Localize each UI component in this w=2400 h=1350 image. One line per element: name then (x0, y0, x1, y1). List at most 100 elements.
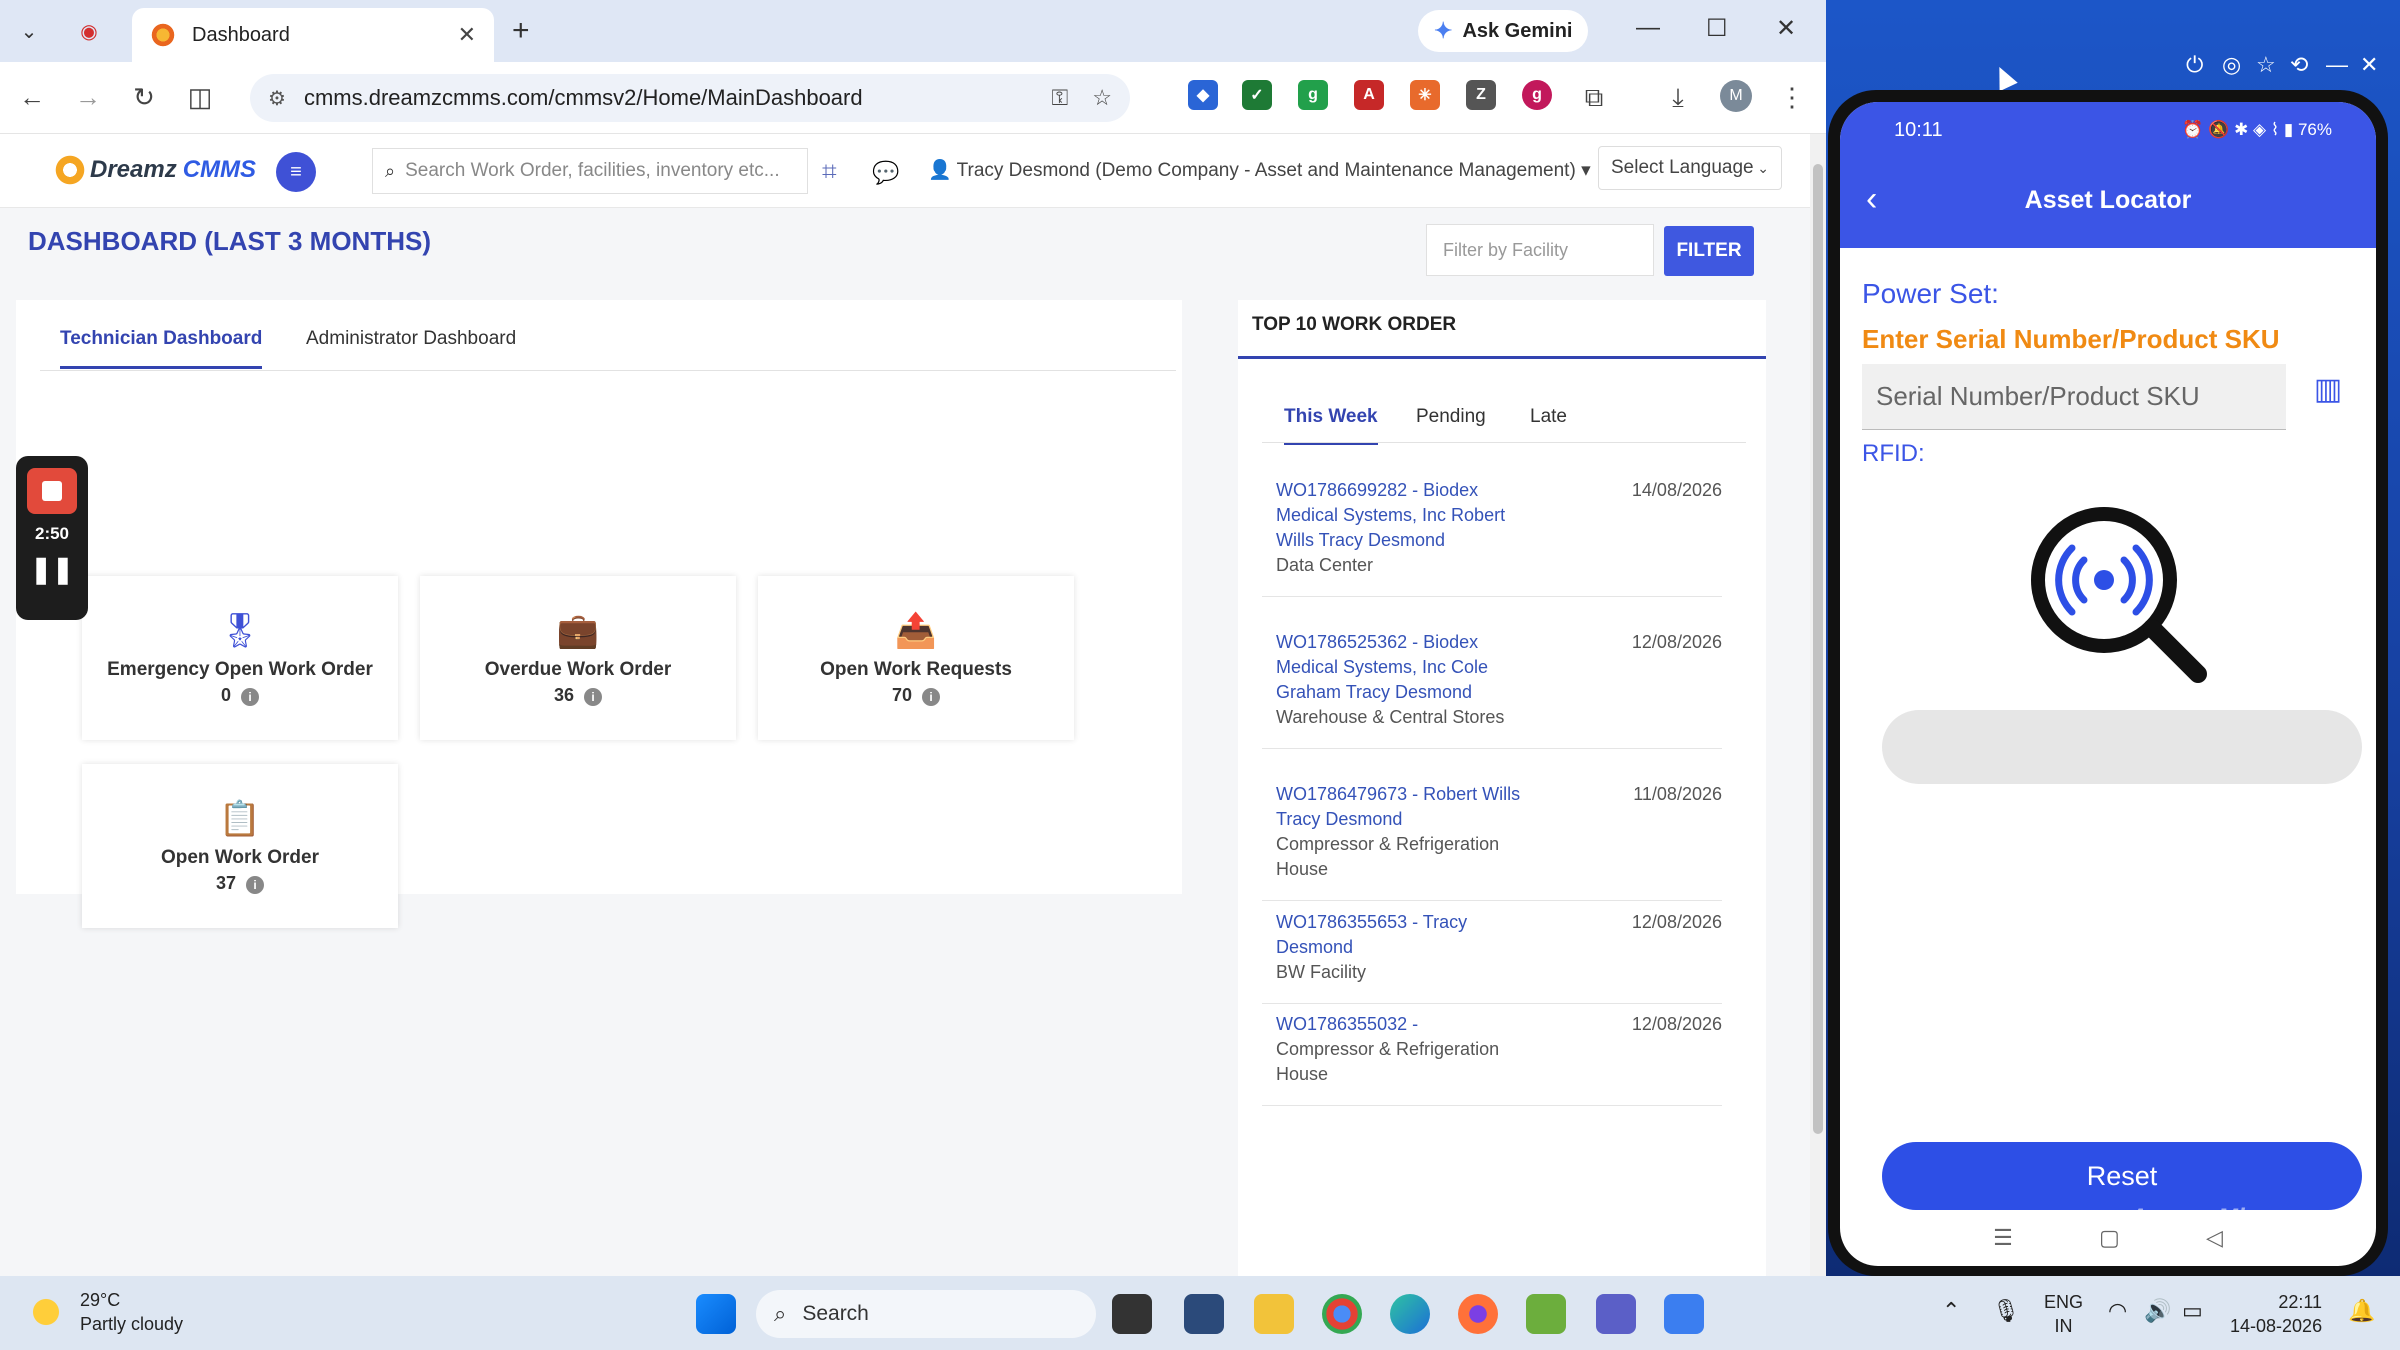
extension-burst-icon[interactable]: ✳ (1410, 80, 1440, 110)
close-window-icon[interactable]: ✕ (1776, 14, 1796, 43)
work-order-link[interactable]: WO1786355653 - Tracy Desmond (1276, 910, 1536, 960)
show-hidden-icons-chevron-icon[interactable]: ⌃ (1942, 1298, 1960, 1324)
extension-grammarly-icon[interactable]: g (1298, 80, 1328, 110)
tab-technician-dashboard[interactable]: Technician Dashboard (60, 328, 263, 369)
tab-search-chevron-icon[interactable]: ⌄ (12, 14, 46, 48)
phone-page-title: Asset Locator (2024, 186, 2192, 214)
work-order-link[interactable]: WO1786355032 - (1276, 1012, 1536, 1037)
card-open-work-requests[interactable]: 📤 Open Work Requests 70 i (758, 576, 1074, 740)
filter-button[interactable]: FILTER (1664, 226, 1754, 276)
apowermirror-icon[interactable] (1664, 1294, 1704, 1334)
windows-start-icon[interactable] (696, 1294, 736, 1334)
forward-icon[interactable]: → (72, 82, 104, 113)
close-icon[interactable]: ✕ (2360, 52, 2378, 78)
work-order-item[interactable]: WO1786355032 - Compressor & Refrigeratio… (1262, 998, 1722, 1106)
qr-scan-icon[interactable]: ⌗ (822, 156, 837, 188)
reload-icon[interactable]: ↻ (128, 82, 160, 113)
card-overdue-work-order[interactable]: 💼 Overdue Work Order 36 i (420, 576, 736, 740)
info-icon[interactable]: i (922, 687, 941, 706)
power-icon[interactable]: ⏻ (2186, 52, 2203, 78)
firefox-icon[interactable] (1458, 1294, 1498, 1334)
extension-pdf-icon[interactable]: A (1354, 80, 1384, 110)
info-icon[interactable]: i (246, 875, 265, 894)
taskbar-search[interactable]: ⌕ Search (756, 1290, 1096, 1338)
microphone-icon[interactable]: 🎙 (1992, 1298, 2020, 1324)
chrome-icon[interactable] (1322, 1294, 1362, 1334)
card-emergency-open-work-order[interactable]: 🎖 Emergency Open Work Order 0i (82, 576, 398, 740)
bookmark-star-icon[interactable]: ☆ (1092, 85, 1112, 111)
work-order-date: 12/08/2026 (1631, 912, 1722, 932)
back-icon[interactable]: ← (16, 82, 48, 113)
close-tab-icon[interactable]: ✕ (458, 22, 476, 48)
password-key-icon[interactable]: ⚿ (1052, 85, 1069, 111)
work-order-link[interactable]: WO1786699282 - Biodex Medical Systems, I… (1276, 478, 1536, 553)
minimize-icon[interactable]: — (2326, 52, 2348, 78)
site-info-icon[interactable]: ⚙ (268, 86, 286, 111)
work-order-item[interactable]: WO1786355653 - Tracy Desmond BW Facility… (1262, 896, 1722, 1004)
card-open-work-order[interactable]: 📋 Open Work Order 37 i (82, 764, 398, 928)
hamburger-menu-button[interactable]: ≡ (276, 152, 316, 192)
tab-this-week[interactable]: This Week (1284, 406, 1378, 445)
address-bar[interactable]: ⚙ cmms.dreamzcmms.com/cmmsv2/Home/MainDa… (250, 74, 1130, 122)
user-company-selector[interactable]: 👤 Tracy Desmond (Demo Company - Asset an… (928, 158, 1591, 182)
chevron-down-icon: ⌄ (1757, 159, 1769, 176)
tab-administrator-dashboard[interactable]: Administrator Dashboard (306, 328, 516, 366)
serial-number-input[interactable]: Serial Number/Product SKU (1862, 364, 2286, 430)
info-icon[interactable]: i (584, 687, 603, 706)
work-order-link[interactable]: WO1786525362 - Biodex Medical Systems, I… (1276, 630, 1536, 705)
pause-icon[interactable]: ❚❚ (30, 554, 74, 585)
maximize-window-icon[interactable]: ☐ (1706, 14, 1728, 43)
extension-g-icon[interactable]: g (1522, 80, 1552, 110)
recents-icon[interactable]: ☰ (1993, 1225, 2013, 1251)
battery-level: 76% (2297, 120, 2332, 139)
tab-late[interactable]: Late (1530, 406, 1567, 442)
extension-z-icon[interactable]: Z (1466, 80, 1496, 110)
dreamz-cmms-logo[interactable]: Dreamz CMMS (54, 154, 256, 186)
notifications-bell-icon[interactable]: 🔔 (2348, 1298, 2375, 1324)
app-icon[interactable] (1184, 1294, 1224, 1334)
extension-check-icon[interactable]: ✓ (1242, 80, 1272, 110)
global-search-input[interactable]: ⌕ Search Work Order, facilities, invento… (372, 148, 808, 194)
scrollbar-thumb[interactable] (1813, 164, 1823, 1134)
rotate-icon[interactable]: ⟲ (2290, 52, 2308, 78)
work-order-item[interactable]: WO1786479673 - Robert Wills Tracy Desmon… (1262, 768, 1722, 901)
downloads-icon[interactable]: ⤓ (1662, 82, 1694, 114)
weather-widget[interactable]: 29°C Partly cloudy (26, 1288, 183, 1336)
app-image-icon[interactable] (1526, 1294, 1566, 1334)
volume-icon[interactable]: 🔊 (2144, 1298, 2171, 1324)
work-order-link[interactable]: WO1786479673 - Robert Wills Tracy Desmon… (1276, 782, 1536, 832)
top10-title: TOP 10 WORK ORDER (1252, 314, 1457, 335)
chat-icon[interactable]: 💬 (872, 160, 899, 186)
file-explorer-icon[interactable] (1254, 1294, 1294, 1334)
record-icon[interactable]: ◎ (2222, 52, 2241, 78)
reset-button[interactable]: Reset (1882, 1142, 2362, 1210)
system-clock[interactable]: 22:11 14-08-2026 (2230, 1290, 2322, 1338)
input-language[interactable]: ENG IN (2044, 1290, 2083, 1338)
new-tab-button[interactable]: + (512, 14, 530, 48)
tab-pending[interactable]: Pending (1416, 406, 1486, 442)
task-view-icon[interactable] (1112, 1294, 1152, 1334)
page-scrollbar[interactable] (1810, 134, 1826, 1276)
facility-filter-input[interactable]: Filter by Facility (1426, 224, 1654, 276)
ask-gemini-button[interactable]: ✦ Ask Gemini (1418, 10, 1589, 52)
work-order-item[interactable]: WO1786699282 - Biodex Medical Systems, I… (1262, 464, 1722, 597)
battery-icon[interactable]: ▭ (2182, 1298, 2203, 1324)
tab-dashboard[interactable]: Dashboard ✕ (132, 8, 494, 62)
info-icon[interactable]: i (241, 687, 259, 706)
stop-recording-button[interactable] (27, 468, 77, 514)
barcode-scan-icon[interactable]: ▥ (2306, 372, 2350, 416)
profile-avatar[interactable]: M (1720, 80, 1752, 112)
edge-icon[interactable] (1390, 1294, 1430, 1334)
work-order-item[interactable]: WO1786525362 - Biodex Medical Systems, I… (1262, 616, 1722, 749)
language-select[interactable]: Select Language ⌄ (1598, 146, 1782, 190)
wifi-icon[interactable]: ◠ (2108, 1298, 2127, 1324)
teams-icon[interactable] (1596, 1294, 1636, 1334)
back-triangle-icon[interactable]: ◁ (2206, 1225, 2223, 1251)
pin-icon[interactable]: ☆ (2256, 52, 2276, 78)
browser-menu-icon[interactable]: ⋮ (1776, 82, 1808, 113)
minimize-window-icon[interactable]: — (1636, 14, 1660, 42)
extensions-puzzle-icon[interactable]: ⧉ (1578, 82, 1610, 114)
home-icon[interactable]: ▢ (2099, 1225, 2120, 1251)
extension-notification-icon[interactable]: ◆ (1188, 80, 1218, 110)
split-view-icon[interactable]: ◫ (184, 82, 216, 113)
